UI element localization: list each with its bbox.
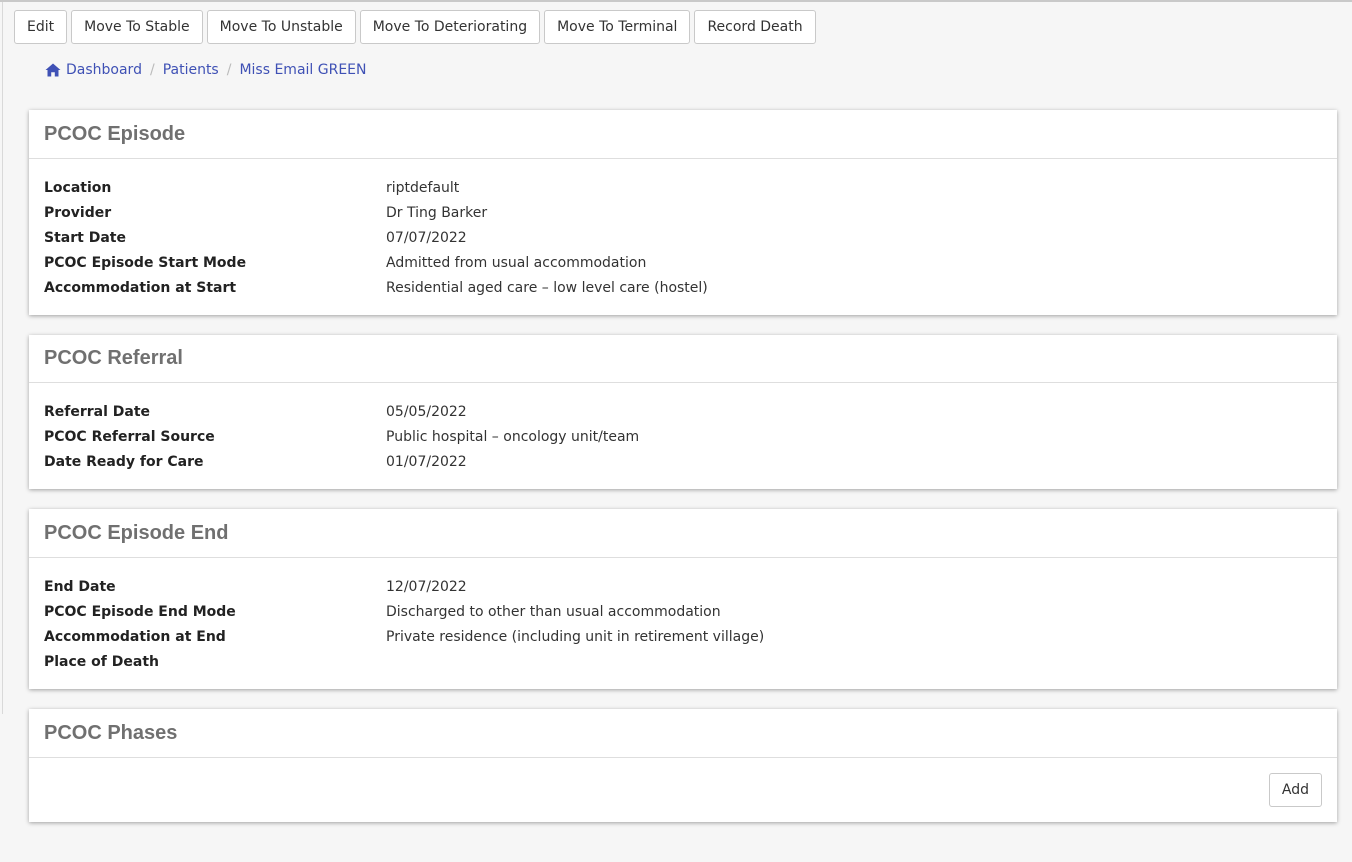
field-label: Accommodation at Start bbox=[44, 279, 237, 296]
detail-row: Start Date 07/07/2022 bbox=[44, 225, 1322, 250]
breadcrumb-patient-link[interactable]: Miss Email GREEN bbox=[239, 62, 366, 78]
panel-title: PCOC Phases bbox=[29, 709, 1337, 758]
field-label: Referral Date bbox=[44, 403, 151, 420]
add-phase-button[interactable]: Add bbox=[1268, 773, 1322, 807]
detail-row: PCOC Referral Source Public hospital – o… bbox=[44, 424, 1322, 449]
pcoc-episode-panel: PCOC Episode Location riptdefault Provid… bbox=[29, 110, 1337, 315]
field-value: Residential aged care – low level care (… bbox=[386, 279, 708, 296]
field-label: Start Date bbox=[44, 229, 126, 246]
field-value: Private residence (including unit in ret… bbox=[386, 628, 765, 645]
detail-row: Referral Date 05/05/2022 bbox=[44, 399, 1322, 424]
field-value: Admitted from usual accommodation bbox=[386, 254, 647, 271]
detail-row: Place of Death bbox=[44, 649, 1322, 674]
panel-title: PCOC Referral bbox=[29, 335, 1337, 383]
detail-row: Accommodation at Start Residential aged … bbox=[44, 275, 1322, 300]
field-value: 07/07/2022 bbox=[386, 229, 467, 246]
pcoc-phases-panel: PCOC Phases Add bbox=[29, 709, 1337, 822]
detail-row: Date Ready for Care 01/07/2022 bbox=[44, 449, 1322, 474]
detail-row: End Date 12/07/2022 bbox=[44, 574, 1322, 599]
home-icon bbox=[45, 63, 61, 77]
field-label: PCOC Episode End Mode bbox=[44, 603, 236, 620]
breadcrumb-separator: / bbox=[149, 62, 155, 78]
detail-row: PCOC Episode Start Mode Admitted from us… bbox=[44, 250, 1322, 275]
action-toolbar: Edit Move To Stable Move To Unstable Mov… bbox=[14, 10, 816, 44]
field-value: Discharged to other than usual accommoda… bbox=[386, 603, 721, 620]
field-label: End Date bbox=[44, 578, 116, 595]
edit-button[interactable]: Edit bbox=[14, 10, 68, 44]
move-to-deteriorating-button[interactable]: Move To Deteriorating bbox=[359, 10, 541, 44]
left-border bbox=[2, 2, 3, 714]
pcoc-referral-panel: PCOC Referral Referral Date 05/05/2022 P… bbox=[29, 335, 1337, 489]
field-value: 12/07/2022 bbox=[386, 578, 467, 595]
detail-row: Location riptdefault bbox=[44, 175, 1322, 200]
detail-row: Accommodation at End Private residence (… bbox=[44, 624, 1322, 649]
field-value: 01/07/2022 bbox=[386, 453, 467, 470]
panel-title: PCOC Episode End bbox=[29, 509, 1337, 558]
field-label: Place of Death bbox=[44, 653, 159, 670]
pcoc-episode-end-panel: PCOC Episode End End Date 12/07/2022 PCO… bbox=[29, 509, 1337, 689]
panel-title: PCOC Episode bbox=[29, 110, 1337, 159]
field-value: riptdefault bbox=[386, 179, 460, 196]
breadcrumb-dashboard-link[interactable]: Dashboard bbox=[66, 62, 142, 78]
top-border bbox=[0, 0, 1352, 2]
move-to-stable-button[interactable]: Move To Stable bbox=[71, 10, 203, 44]
field-label: Accommodation at End bbox=[44, 628, 226, 645]
field-value: Public hospital – oncology unit/team bbox=[386, 428, 640, 445]
detail-row: Provider Dr Ting Barker bbox=[44, 200, 1322, 225]
field-label: Location bbox=[44, 179, 112, 196]
move-to-unstable-button[interactable]: Move To Unstable bbox=[206, 10, 356, 44]
field-label: Date Ready for Care bbox=[44, 453, 204, 470]
breadcrumb-patients-link[interactable]: Patients bbox=[163, 62, 219, 78]
detail-row: PCOC Episode End Mode Discharged to othe… bbox=[44, 599, 1322, 624]
field-value: 05/05/2022 bbox=[386, 403, 467, 420]
record-death-button[interactable]: Record Death bbox=[694, 10, 816, 44]
move-to-terminal-button[interactable]: Move To Terminal bbox=[544, 10, 691, 44]
field-label: Provider bbox=[44, 204, 112, 221]
field-label: PCOC Episode Start Mode bbox=[44, 254, 247, 271]
field-label: PCOC Referral Source bbox=[44, 428, 215, 445]
field-value: Dr Ting Barker bbox=[386, 204, 488, 221]
breadcrumb: Dashboard / Patients / Miss Email GREEN bbox=[45, 62, 367, 78]
breadcrumb-separator: / bbox=[226, 62, 232, 78]
